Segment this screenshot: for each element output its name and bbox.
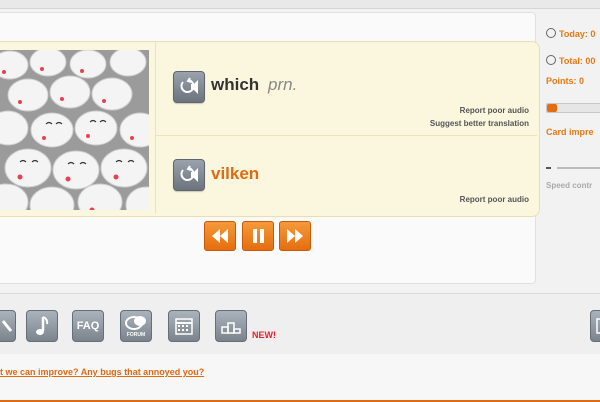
report-target-audio-link[interactable]: Report poor audio: [460, 195, 529, 204]
slider-minus: [546, 167, 551, 169]
rewind-icon: [212, 229, 228, 243]
play-target-audio-button[interactable]: [173, 159, 205, 191]
pause-icon: [253, 229, 264, 243]
points-progress-bar: [546, 103, 600, 113]
speaker-icon: [180, 165, 198, 182]
wrench-icon: [1, 320, 13, 332]
podium-icon: [221, 322, 241, 334]
source-part-of-speech: prn.: [268, 75, 298, 94]
suggest-translation-link[interactable]: Suggest better translation: [430, 119, 529, 128]
new-badge: NEW!: [252, 330, 276, 340]
settings-button[interactable]: [590, 310, 600, 342]
today-stat: Today: 0: [546, 24, 595, 42]
clock-icon: [546, 27, 556, 38]
card-divider-horizontal: [156, 135, 537, 136]
music-note-icon: [36, 316, 49, 335]
speed-slider[interactable]: [546, 166, 600, 170]
slider-track: [557, 167, 600, 169]
total-stat: Total: 00: [546, 51, 595, 69]
footer: [0, 354, 600, 402]
report-audio-link[interactable]: Report poor audio: [460, 106, 529, 115]
play-source-audio-button[interactable]: [173, 71, 205, 103]
tools-button[interactable]: [0, 310, 16, 342]
rewind-button[interactable]: [204, 221, 236, 251]
leaderboard-button[interactable]: [215, 310, 247, 342]
clock-icon: [546, 54, 556, 65]
chat-bubble-icon: [125, 316, 146, 330]
top-band: [0, 0, 600, 9]
card-image: [0, 50, 149, 210]
target-word: vilken: [211, 164, 260, 183]
calendar-button[interactable]: [168, 310, 200, 342]
points-stat: Points: 0: [546, 76, 585, 86]
card-improve-label: Card impre: [546, 127, 594, 137]
document-icon: [596, 318, 600, 334]
card-divider-vertical: [155, 42, 156, 214]
forum-button[interactable]: FORUM: [120, 310, 152, 342]
fast-forward-icon: [287, 229, 303, 243]
forward-button[interactable]: [279, 221, 311, 251]
forum-label: FORUM: [126, 332, 146, 338]
faq-button[interactable]: FAQ: [72, 310, 104, 342]
music-button[interactable]: [26, 310, 58, 342]
speed-control-label: Speed contr: [546, 181, 593, 190]
points-progress-fill: [547, 104, 557, 112]
calendar-icon: [175, 318, 193, 335]
speaker-icon: [180, 77, 198, 94]
pause-button[interactable]: [242, 221, 274, 251]
source-word: which: [211, 75, 260, 94]
feedback-link[interactable]: t we can improve? Any bugs that annoyed …: [0, 367, 204, 377]
